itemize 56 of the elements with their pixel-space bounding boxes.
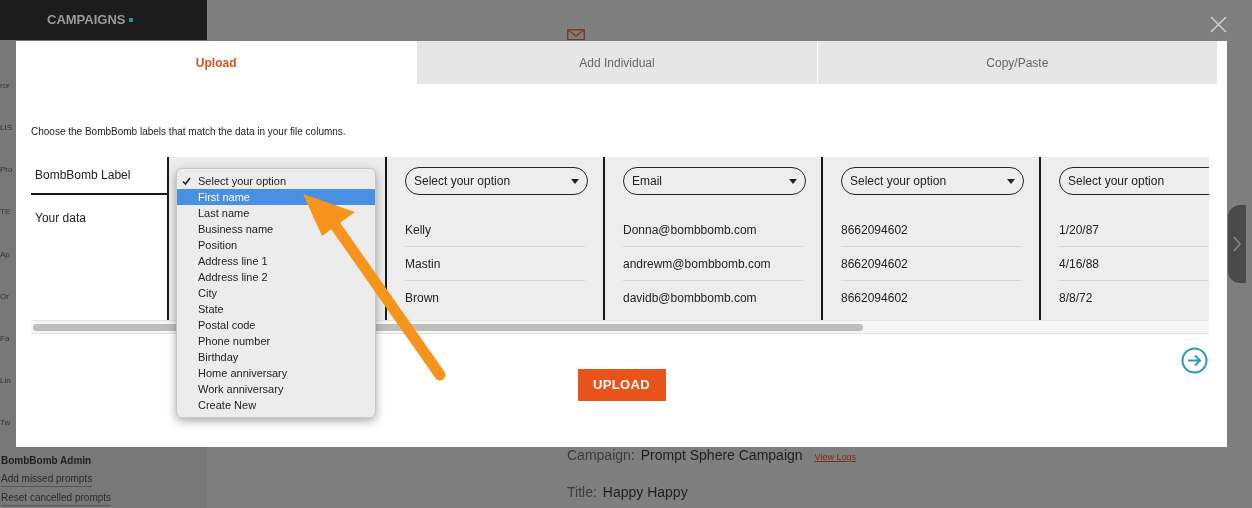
sidebar-text: TE xyxy=(0,208,11,217)
data-cell-text: Donna@bombbomb.com xyxy=(623,221,757,239)
menu-option[interactable]: Home anniversary xyxy=(177,365,292,381)
menu-option[interactable]: City xyxy=(177,285,221,301)
sidebar-text: Fa xyxy=(0,334,10,343)
data-cell-text: davidb@bombbomb.com xyxy=(623,290,757,307)
instruction-text: Choose the BombBomb labels that match the data in your file columns. xyxy=(31,125,347,139)
data-cell-text: 8662094602 xyxy=(841,255,908,273)
data-cell-text: Kelly xyxy=(405,221,431,239)
upload-button[interactable]: UPLOAD xyxy=(577,369,666,401)
detail-label: Campaign: xyxy=(567,447,635,463)
data-cell-text: 8662094602 xyxy=(841,290,908,307)
menu-option[interactable]: Work anniversary xyxy=(177,381,288,397)
label-select[interactable]: Select your option xyxy=(841,167,1024,195)
row-label: BombBomb Label xyxy=(35,167,131,184)
label-select[interactable]: Select your option xyxy=(1059,167,1209,195)
tab[interactable]: Copy/Paste xyxy=(816,41,1217,84)
menu-option[interactable]: Last name xyxy=(177,205,254,221)
menu-option[interactable]: Birthday xyxy=(177,349,243,365)
menu-option[interactable]: Position xyxy=(177,237,242,253)
label-select[interactable]: Email xyxy=(623,167,806,195)
next-tab[interactable] xyxy=(1228,205,1246,283)
detail-label: Title: xyxy=(567,484,597,500)
data-cell-text: 8662094602 xyxy=(841,221,908,239)
data-cell-text: 4/16/88 xyxy=(1059,255,1100,273)
menu-option[interactable]: Create New xyxy=(177,397,261,413)
menu-option[interactable]: Address line 1 xyxy=(177,253,272,269)
menu-option[interactable]: Postal code xyxy=(177,317,260,333)
scrollbar-thumb[interactable] xyxy=(33,323,863,331)
label-select[interactable]: Select your option xyxy=(405,167,588,195)
row-label: Your data xyxy=(35,211,86,225)
sidebar-text: Tw xyxy=(0,419,11,427)
detail-value: Happy Happy xyxy=(602,484,688,500)
admin-title: BombBomb Admin xyxy=(1,454,93,468)
sidebar-title: CAMPAIGNS xyxy=(47,11,126,30)
menu-option[interactable]: Select your option xyxy=(177,173,291,189)
data-cell-text: Brown xyxy=(405,290,439,307)
menu-option[interactable]: Address line 2 xyxy=(177,269,272,285)
data-cell-text: 1/20/87 xyxy=(1059,221,1100,239)
caret-icon xyxy=(789,178,797,184)
data-cell-text: andrewm@bombbomb.com xyxy=(623,255,771,273)
tab[interactable]: Add Individual xyxy=(416,41,817,84)
detail-value: Prompt Sphere Campaign xyxy=(640,447,803,463)
caret-icon xyxy=(1007,178,1015,184)
menu-option[interactable]: Business name xyxy=(177,221,278,237)
envelope-icon xyxy=(567,29,585,40)
sidebar-text: Pro xyxy=(0,166,13,175)
data-cell-text: 8/8/72 xyxy=(1059,290,1093,307)
data-cell-text: Mastin xyxy=(405,255,441,273)
chevron-icon xyxy=(1233,236,1241,252)
menu-option[interactable]: State xyxy=(177,301,228,317)
close-icon[interactable] xyxy=(1210,16,1227,33)
menu-option[interactable]: Phone number xyxy=(177,333,275,349)
sidebar-text: Ap xyxy=(0,250,10,259)
caret-icon xyxy=(571,178,579,184)
check-icon xyxy=(182,177,191,185)
